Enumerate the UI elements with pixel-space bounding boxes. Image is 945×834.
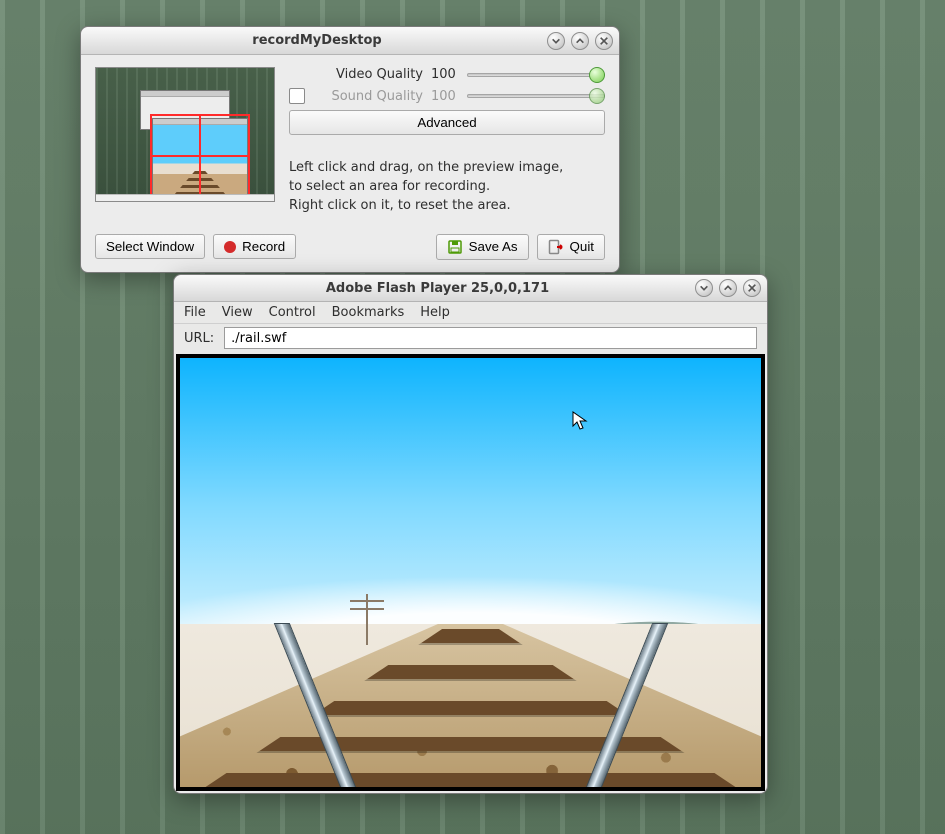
select-window-button[interactable]: Select Window: [95, 234, 205, 259]
flash-menubar: File View Control Bookmarks Help: [174, 302, 767, 324]
sound-quality-value: 100: [431, 89, 459, 104]
url-label: URL:: [184, 331, 214, 346]
recording-preview[interactable]: [95, 67, 275, 202]
record-icon: [224, 241, 236, 253]
close-button[interactable]: [595, 32, 613, 50]
advanced-button-label: Advanced: [417, 115, 476, 130]
swf-viewport[interactable]: [176, 354, 765, 791]
record-label: Record: [242, 239, 285, 254]
quit-label: Quit: [570, 239, 594, 254]
rail-scene: [180, 358, 761, 787]
url-bar: URL:: [174, 324, 767, 354]
flash-titlebar[interactable]: Adobe Flash Player 25,0,0,171: [174, 275, 767, 302]
quit-icon: [548, 239, 564, 255]
quit-button[interactable]: Quit: [537, 234, 605, 260]
help-text: Left click and drag, on the preview imag…: [289, 159, 605, 216]
save-icon: [447, 239, 463, 255]
selection-rectangle[interactable]: [150, 114, 250, 198]
advanced-button[interactable]: Advanced: [289, 110, 605, 135]
record-button[interactable]: Record: [213, 234, 296, 259]
sound-quality-slider: [467, 89, 605, 103]
video-quality-row: Video Quality 100: [289, 67, 605, 82]
save-as-label: Save As: [469, 239, 518, 254]
maximize-button[interactable]: [571, 32, 589, 50]
rmd-title: recordMyDesktop: [87, 33, 547, 48]
video-quality-slider[interactable]: [467, 68, 605, 82]
minimize-button[interactable]: [695, 279, 713, 297]
save-as-button[interactable]: Save As: [436, 234, 529, 260]
menu-help[interactable]: Help: [420, 305, 450, 320]
maximize-button[interactable]: [719, 279, 737, 297]
video-quality-value: 100: [431, 67, 459, 82]
mouse-cursor-icon: [572, 411, 588, 431]
select-window-label: Select Window: [106, 239, 194, 254]
flash-title: Adobe Flash Player 25,0,0,171: [180, 281, 695, 296]
menu-view[interactable]: View: [222, 305, 253, 320]
recordmydesktop-window: recordMyDesktop: [80, 26, 620, 273]
menu-control[interactable]: Control: [269, 305, 316, 320]
sound-quality-label: Sound Quality: [313, 89, 423, 104]
flash-player-window: Adobe Flash Player 25,0,0,171 File View …: [173, 274, 768, 794]
menu-bookmarks[interactable]: Bookmarks: [332, 305, 405, 320]
rmd-titlebar[interactable]: recordMyDesktop: [81, 27, 619, 55]
menu-file[interactable]: File: [184, 305, 206, 320]
sound-enable-checkbox[interactable]: [289, 88, 305, 104]
minimize-button[interactable]: [547, 32, 565, 50]
sound-quality-row: Sound Quality 100: [289, 88, 605, 104]
url-input[interactable]: [224, 327, 757, 349]
video-quality-label: Video Quality: [313, 67, 423, 82]
close-button[interactable]: [743, 279, 761, 297]
